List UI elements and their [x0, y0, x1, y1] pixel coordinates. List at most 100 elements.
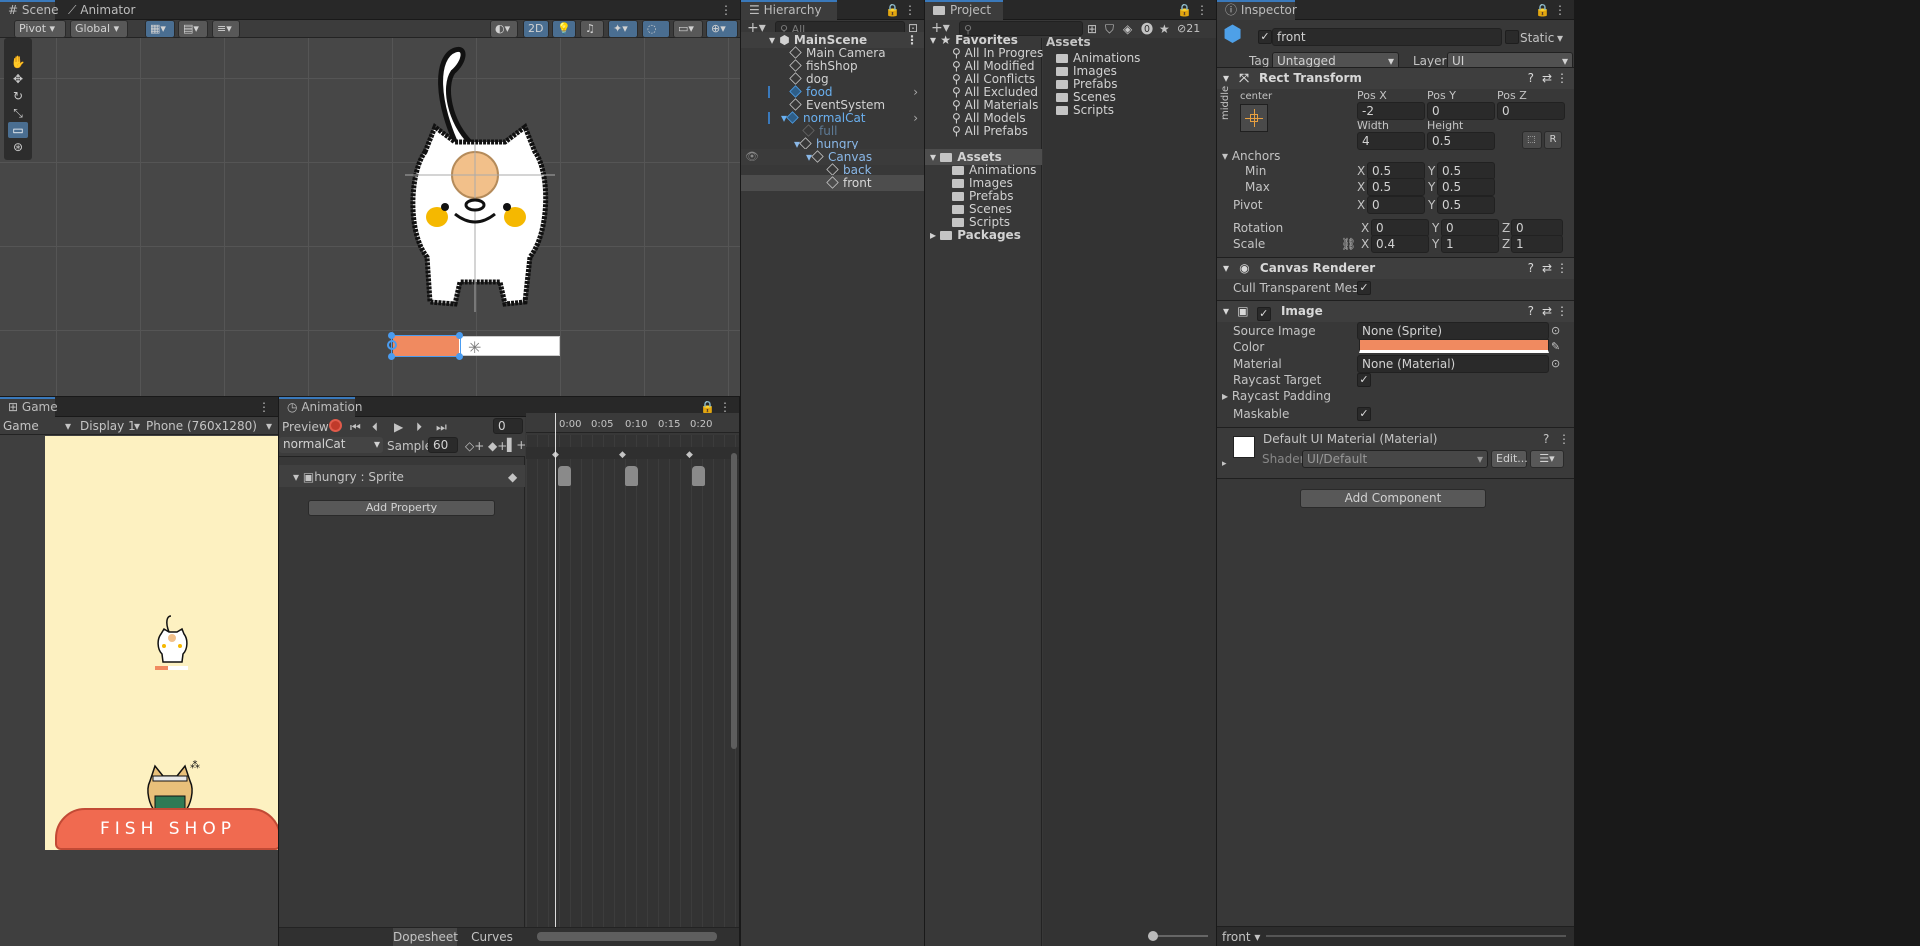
- tag-icon[interactable]: ◈: [1123, 21, 1132, 37]
- sprite-key-3[interactable]: [692, 466, 705, 486]
- game-view[interactable]: ⁂ FISH SHOP: [45, 436, 278, 850]
- cull-transparent-checkbox[interactable]: ✓: [1357, 281, 1371, 295]
- image-enabled-checkbox[interactable]: ✓: [1256, 307, 1271, 321]
- effects-button[interactable]: ✦▾: [608, 20, 638, 38]
- draw-mode-button[interactable]: ◐▾: [490, 20, 518, 38]
- scene-menu-icon[interactable]: ⋮: [712, 0, 740, 20]
- rect-tool-icon[interactable]: ▭: [8, 122, 28, 138]
- rect-handle-tl[interactable]: [388, 332, 395, 339]
- help-icon[interactable]: ?: [1528, 258, 1534, 279]
- rect-handle-bl[interactable]: [388, 353, 395, 360]
- search-by-label-icon[interactable]: ⛉: [1105, 21, 1114, 37]
- preset-icon[interactable]: ⇄: [1542, 301, 1552, 322]
- transform-tool-icon[interactable]: ⊛: [8, 139, 28, 155]
- game-menu-icon[interactable]: ⋮: [250, 397, 278, 417]
- favorite-item[interactable]: ⚲ All Prefabs: [925, 123, 1042, 139]
- tab-inspector[interactable]: ⓘ Inspector: [1217, 0, 1297, 20]
- lighting-button[interactable]: 💡: [552, 20, 576, 38]
- property-key-toggle[interactable]: ◆: [508, 469, 517, 485]
- next-key-icon[interactable]: ⏵: [416, 419, 422, 435]
- pivot-dropdown[interactable]: Pivot ▾: [14, 20, 66, 38]
- project-breadcrumb[interactable]: Assets: [1046, 34, 1091, 50]
- dopesheet-tab[interactable]: Dopesheet: [393, 928, 458, 946]
- scale-x-input[interactable]: 0.4: [1371, 235, 1429, 253]
- summary-key-2[interactable]: ◆: [619, 447, 626, 463]
- anchor-max-x-input[interactable]: 0.5: [1367, 178, 1425, 196]
- snap-increment-button[interactable]: ≡▾: [212, 20, 240, 38]
- timeline-vscroll[interactable]: [731, 453, 737, 749]
- property-label[interactable]: ▾ ▣hungry : Sprite: [293, 469, 404, 485]
- add-property-button[interactable]: Add Property: [308, 500, 495, 516]
- height-input[interactable]: 0.5: [1427, 132, 1495, 150]
- resolution-dropdown[interactable]: Phone (760x1280) ▾: [146, 418, 272, 434]
- hierarchy-item-front[interactable]: front: [741, 175, 924, 191]
- cat-sprite[interactable]: [395, 42, 565, 312]
- inspector-menu-icon[interactable]: ⋮: [1546, 0, 1574, 20]
- add-component-button[interactable]: Add Component: [1300, 489, 1486, 508]
- scale-y-input[interactable]: 1: [1441, 235, 1499, 253]
- move-tool-icon[interactable]: ✥: [8, 71, 28, 87]
- anchor-max-y-input[interactable]: 0.5: [1437, 178, 1495, 196]
- component-menu-icon[interactable]: ⋮: [1556, 68, 1568, 89]
- add-event-icon[interactable]: ◆+: [488, 438, 507, 454]
- first-key-icon[interactable]: ⏮: [350, 419, 361, 435]
- scene-viewport[interactable]: [0, 38, 740, 396]
- timeline-hscroll[interactable]: [537, 932, 717, 941]
- project-menu-icon[interactable]: ⋮: [1188, 0, 1216, 20]
- sprite-key-1[interactable]: [558, 466, 571, 486]
- tab-hierarchy[interactable]: ☰ Hierarchy: [741, 0, 837, 20]
- pivot-x-input[interactable]: 0: [1367, 196, 1425, 214]
- grid-snap-button[interactable]: ▦▾: [145, 20, 175, 38]
- grid-toggle-button[interactable]: ▤▾: [178, 20, 208, 38]
- width-input[interactable]: 4: [1357, 132, 1425, 150]
- rect-transform-header[interactable]: ▾ ⤧ Rect Transform ? ⇄ ⋮: [1217, 67, 1574, 89]
- hidden-packages-toggle[interactable]: ⊘21: [1177, 21, 1200, 37]
- tab-scene[interactable]: # Scene: [0, 0, 58, 20]
- active-checkbox[interactable]: ✓: [1258, 30, 1272, 44]
- material-field[interactable]: None (Material): [1357, 355, 1549, 373]
- maskable-checkbox[interactable]: ✓: [1357, 407, 1371, 421]
- prev-key-icon[interactable]: ⏴: [372, 419, 378, 435]
- footer-resize-handle[interactable]: [1266, 935, 1566, 937]
- static-checkbox[interactable]: [1505, 30, 1519, 44]
- packages-root[interactable]: ▸ Packages: [925, 227, 1042, 243]
- camera-button[interactable]: ▭▾: [673, 20, 703, 38]
- icon-size-slider-thumb[interactable]: [1148, 931, 1158, 941]
- play-icon[interactable]: ▶: [394, 419, 403, 435]
- record-button[interactable]: [329, 419, 342, 432]
- color-swatch[interactable]: [1359, 339, 1549, 353]
- visibility-button[interactable]: ◌: [642, 20, 670, 38]
- material-help-icon[interactable]: ?: [1543, 431, 1549, 447]
- raycast-target-checkbox[interactable]: ✓: [1357, 373, 1371, 387]
- last-key-icon[interactable]: ⏭: [436, 419, 447, 435]
- playhead[interactable]: [555, 413, 556, 933]
- component-menu-icon[interactable]: ⋮: [1556, 301, 1568, 322]
- scale-tool-icon[interactable]: ⤡: [8, 105, 28, 121]
- eyedropper-icon[interactable]: ✎: [1551, 339, 1560, 355]
- shader-dropdown[interactable]: UI/Default ▾: [1302, 450, 1488, 468]
- material-menu-icon[interactable]: ⋮: [1558, 431, 1570, 447]
- preset-icon[interactable]: ⇄: [1542, 68, 1552, 89]
- sprite-key-2[interactable]: [625, 466, 638, 486]
- favorite-star-icon[interactable]: ★: [1159, 21, 1170, 37]
- toggle-2d-button[interactable]: 2D: [523, 20, 549, 38]
- global-dropdown[interactable]: Global ▾: [70, 20, 128, 38]
- object-picker-icon[interactable]: ⊙: [1551, 356, 1560, 372]
- game-mode-dropdown[interactable]: Game ▾: [3, 418, 73, 434]
- hierarchy-menu-icon[interactable]: ⋮: [896, 0, 924, 20]
- rect-handle-br[interactable]: [456, 353, 463, 360]
- curves-tab[interactable]: Curves: [460, 928, 524, 946]
- material-foldout[interactable]: ▸: [1222, 456, 1227, 472]
- audio-button[interactable]: ♫: [580, 20, 604, 38]
- rect-handle-tr[interactable]: [456, 332, 463, 339]
- raw-edit-button[interactable]: R: [1544, 131, 1562, 149]
- timeline-area[interactable]: [526, 435, 739, 946]
- anchor-preset-button[interactable]: [1240, 104, 1268, 132]
- pivot-handle[interactable]: [387, 340, 397, 350]
- frame-input[interactable]: 0: [493, 418, 523, 434]
- summary-key-3[interactable]: ◆: [686, 447, 693, 463]
- pivot-y-input[interactable]: 0.5: [1437, 196, 1495, 214]
- event-marker-icon[interactable]: ▌+: [507, 437, 526, 453]
- object-picker-icon[interactable]: ⊙: [1551, 323, 1560, 339]
- preview-button[interactable]: Preview: [282, 419, 329, 435]
